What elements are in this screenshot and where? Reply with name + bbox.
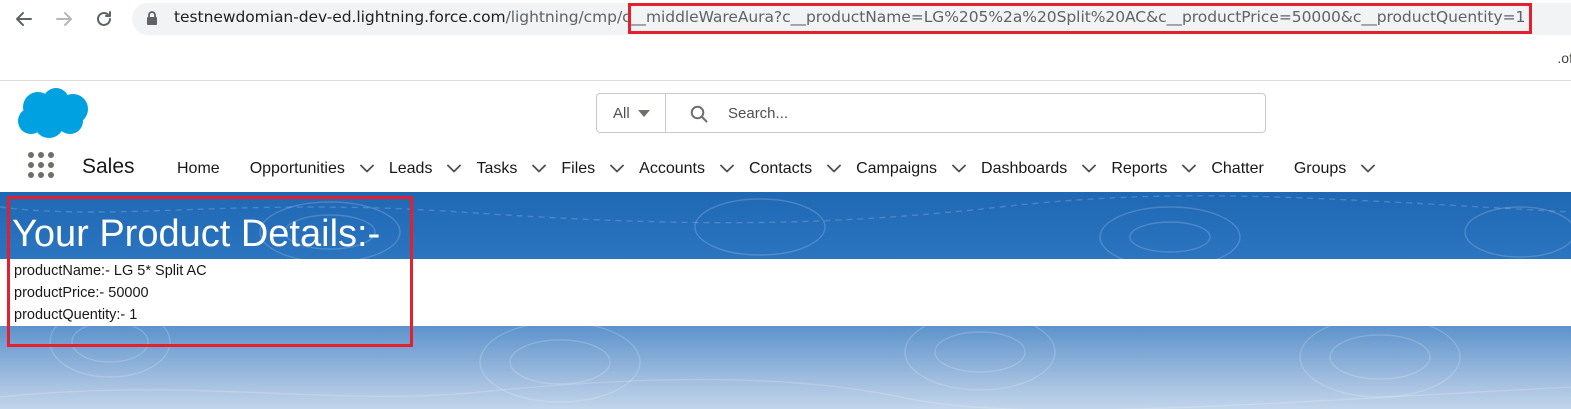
chevron-down-icon[interactable] — [345, 159, 389, 179]
nav-tab-groups[interactable]: Groups — [1294, 145, 1390, 192]
clipped-text: .of — [1557, 50, 1571, 66]
nav-tab-label: Opportunities — [249, 159, 345, 177]
chevron-down-icon[interactable] — [1167, 159, 1211, 179]
salesforce-cloud-logo[interactable] — [16, 87, 90, 139]
app-navigation-bar: Sales Home Opportunities Leads Tasks Files Ac… — [0, 145, 1571, 192]
nav-tab-label: Campaigns — [856, 159, 938, 177]
nav-tab-files[interactable]: Files — [561, 145, 639, 192]
nav-tab-label: Tasks — [476, 159, 518, 177]
chevron-down-icon[interactable] — [1067, 159, 1111, 179]
forward-arrow-icon — [56, 12, 72, 26]
nav-tab-accounts[interactable]: Accounts — [639, 145, 749, 192]
back-arrow-icon — [16, 12, 32, 26]
nav-tab-opportunities[interactable]: Opportunities — [250, 145, 389, 192]
search-scope-label: All — [613, 104, 630, 122]
search-icon — [690, 105, 708, 123]
chevron-down-icon[interactable] — [705, 159, 749, 179]
reload-icon — [97, 11, 111, 26]
forward-button[interactable] — [51, 6, 77, 32]
url-highlight-box — [628, 3, 1532, 34]
browser-toolbar: testnewdomian-dev-ed.lightning.force.com… — [0, 0, 1571, 40]
nav-tab-dashboards[interactable]: Dashboards — [981, 145, 1111, 192]
nav-tab-label: Leads — [388, 159, 433, 177]
chevron-down-icon[interactable] — [1346, 159, 1390, 179]
search-scope-dropdown[interactable]: All — [596, 93, 666, 133]
nav-tab-label: Reports — [1111, 159, 1168, 177]
global-search: All — [596, 93, 1266, 133]
chevron-down-icon[interactable] — [432, 159, 476, 179]
search-box[interactable] — [665, 93, 1266, 133]
caret-down-icon — [637, 109, 650, 117]
nav-tab-label: Files — [561, 159, 596, 177]
nav-tab-tasks[interactable]: Tasks — [476, 145, 561, 192]
nav-tab-chatter[interactable]: Chatter — [1211, 145, 1263, 192]
nav-tab-home[interactable]: Home — [177, 145, 220, 192]
chevron-down-icon[interactable] — [937, 159, 981, 179]
nav-tab-label: Groups — [1293, 159, 1347, 177]
nav-tab-campaigns[interactable]: Campaigns — [856, 145, 981, 192]
chevron-down-icon[interactable] — [517, 159, 561, 179]
nav-tab-label: Home — [177, 159, 220, 177]
nav-tab-label: Contacts — [748, 159, 813, 177]
app-name: Sales — [82, 155, 135, 178]
details-highlight-box — [7, 196, 413, 347]
nav-tab-leads[interactable]: Leads — [389, 145, 477, 192]
nav-tab-contacts[interactable]: Contacts — [749, 145, 856, 192]
chevron-down-icon[interactable] — [595, 159, 639, 179]
divider — [0, 80, 1571, 81]
nav-tab-reports[interactable]: Reports — [1111, 145, 1211, 192]
back-button[interactable] — [11, 6, 37, 32]
chevron-down-icon[interactable] — [812, 159, 856, 179]
lock-icon — [147, 11, 157, 25]
nav-tab-label: Dashboards — [981, 159, 1068, 177]
url-host: testnewdomian-dev-ed.lightning.force.com — [174, 8, 506, 26]
nav-tabs: Home Opportunities Leads Tasks Files Accounts… — [177, 145, 1390, 192]
nav-tab-label: Chatter — [1211, 159, 1264, 177]
reload-button[interactable] — [91, 6, 117, 32]
nav-tab-label: Accounts — [639, 159, 705, 177]
search-input[interactable] — [728, 102, 1248, 124]
app-launcher-icon[interactable] — [28, 152, 54, 180]
